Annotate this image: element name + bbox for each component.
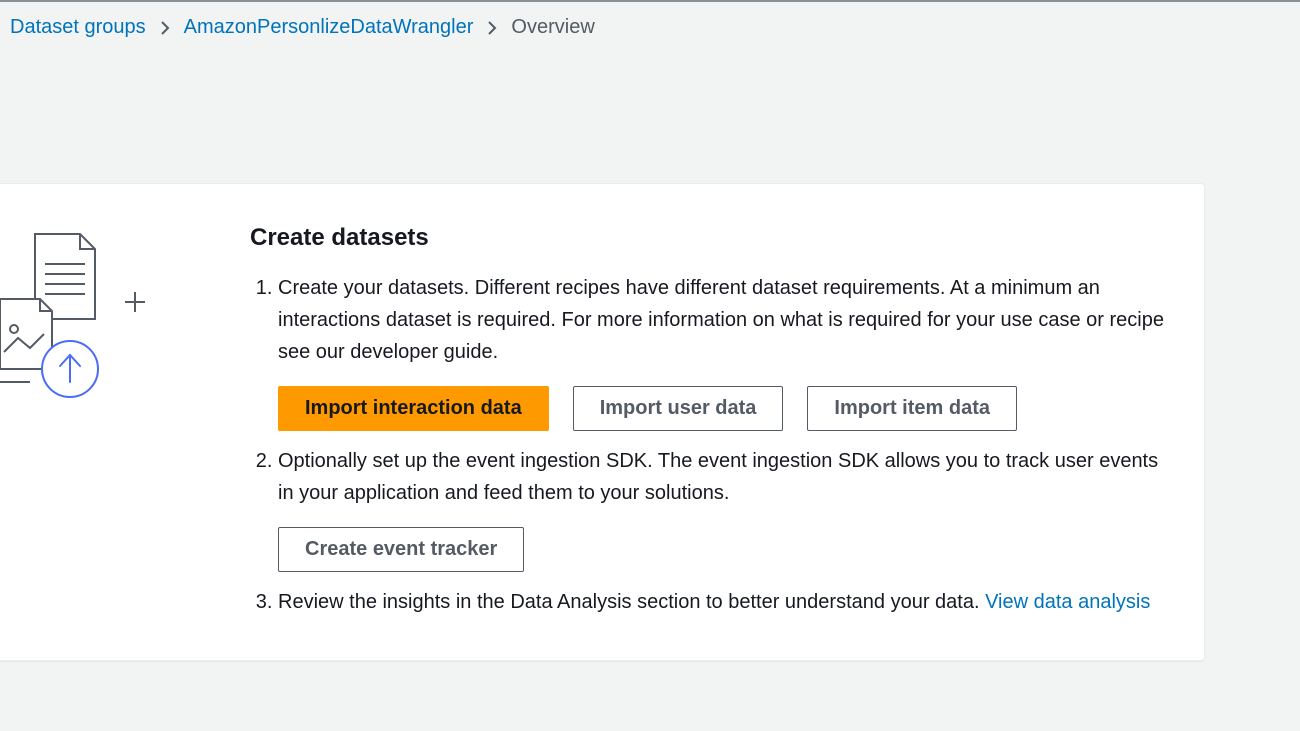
datasets-illustration — [0, 224, 250, 632]
chevron-right-icon — [160, 20, 170, 36]
import-item-data-button[interactable]: Import item data — [807, 386, 1017, 431]
page: Dataset groups AmazonPersonlizeDataWrang… — [0, 0, 1300, 731]
create-datasets-panel: Create datasets Create your datasets. Di… — [0, 183, 1205, 661]
steps-list: Create your datasets. Different recipes … — [250, 272, 1164, 618]
breadcrumb-dataset-groups[interactable]: Dataset groups — [10, 16, 146, 39]
view-data-analysis-link[interactable]: View data analysis — [985, 591, 1150, 613]
import-user-data-button[interactable]: Import user data — [573, 386, 784, 431]
step-3-text: Review the insights in the Data Analysis… — [278, 591, 985, 613]
import-interaction-data-button[interactable]: Import interaction data — [278, 386, 549, 431]
breadcrumb: Dataset groups AmazonPersonlizeDataWrang… — [0, 2, 1300, 53]
breadcrumb-current: Overview — [511, 16, 594, 39]
panel-content: Create datasets Create your datasets. Di… — [250, 224, 1164, 632]
step-2-text: Optionally set up the event ingestion SD… — [278, 450, 1158, 504]
panel-title: Create datasets — [250, 224, 1164, 252]
step-2: Optionally set up the event ingestion SD… — [278, 445, 1164, 572]
chevron-right-icon — [487, 20, 497, 36]
create-event-tracker-button[interactable]: Create event tracker — [278, 527, 524, 572]
step-2-buttons: Create event tracker — [278, 527, 1164, 572]
breadcrumb-group-link[interactable]: AmazonPersonlizeDataWrangler — [184, 16, 474, 39]
step-1-text: Create your datasets. Different recipes … — [278, 277, 1164, 363]
step-3: Review the insights in the Data Analysis… — [278, 586, 1164, 618]
step-1-buttons: Import interaction data Import user data… — [278, 386, 1164, 431]
step-1: Create your datasets. Different recipes … — [278, 272, 1164, 431]
